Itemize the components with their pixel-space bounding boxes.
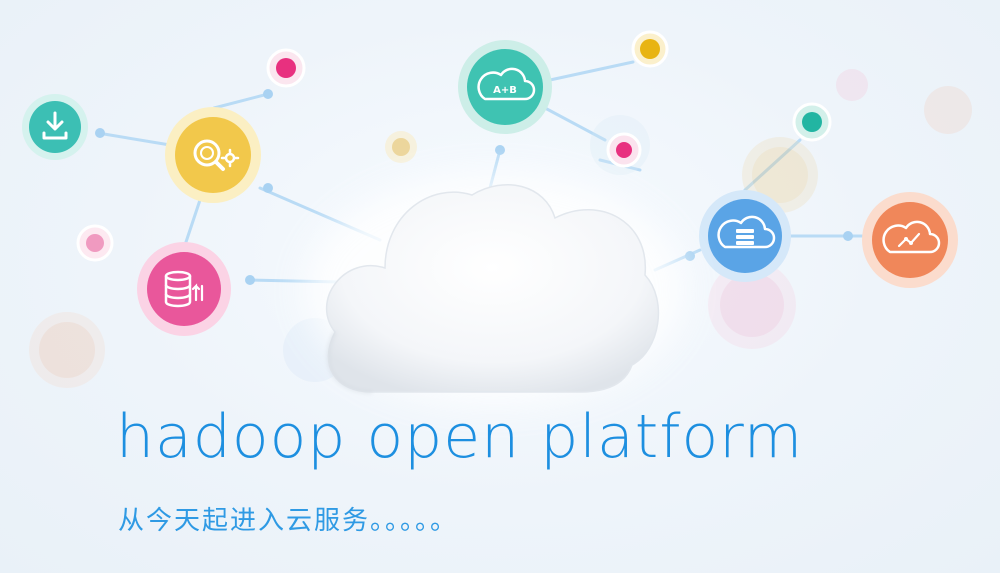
headline: hadoop open platform [116, 402, 804, 472]
subtitle: 从今天起进入云服务。。。。。 [118, 506, 459, 536]
search-settings-icon[interactable] [165, 107, 261, 203]
banner: A+B hadoop open platform 从今天起进入云服务。。。。。 [0, 0, 1000, 573]
cloud-chart-icon[interactable] [862, 192, 958, 288]
cloud-ab-label: A+B [493, 85, 517, 96]
database-icon[interactable] [137, 242, 231, 336]
central-cloud-icon [305, 175, 685, 405]
download-icon[interactable] [22, 94, 88, 160]
network-illustration: A+B [22, 30, 972, 405]
cloud-server-icon[interactable] [699, 190, 791, 282]
cloud-ab-icon[interactable]: A+B [458, 40, 552, 134]
